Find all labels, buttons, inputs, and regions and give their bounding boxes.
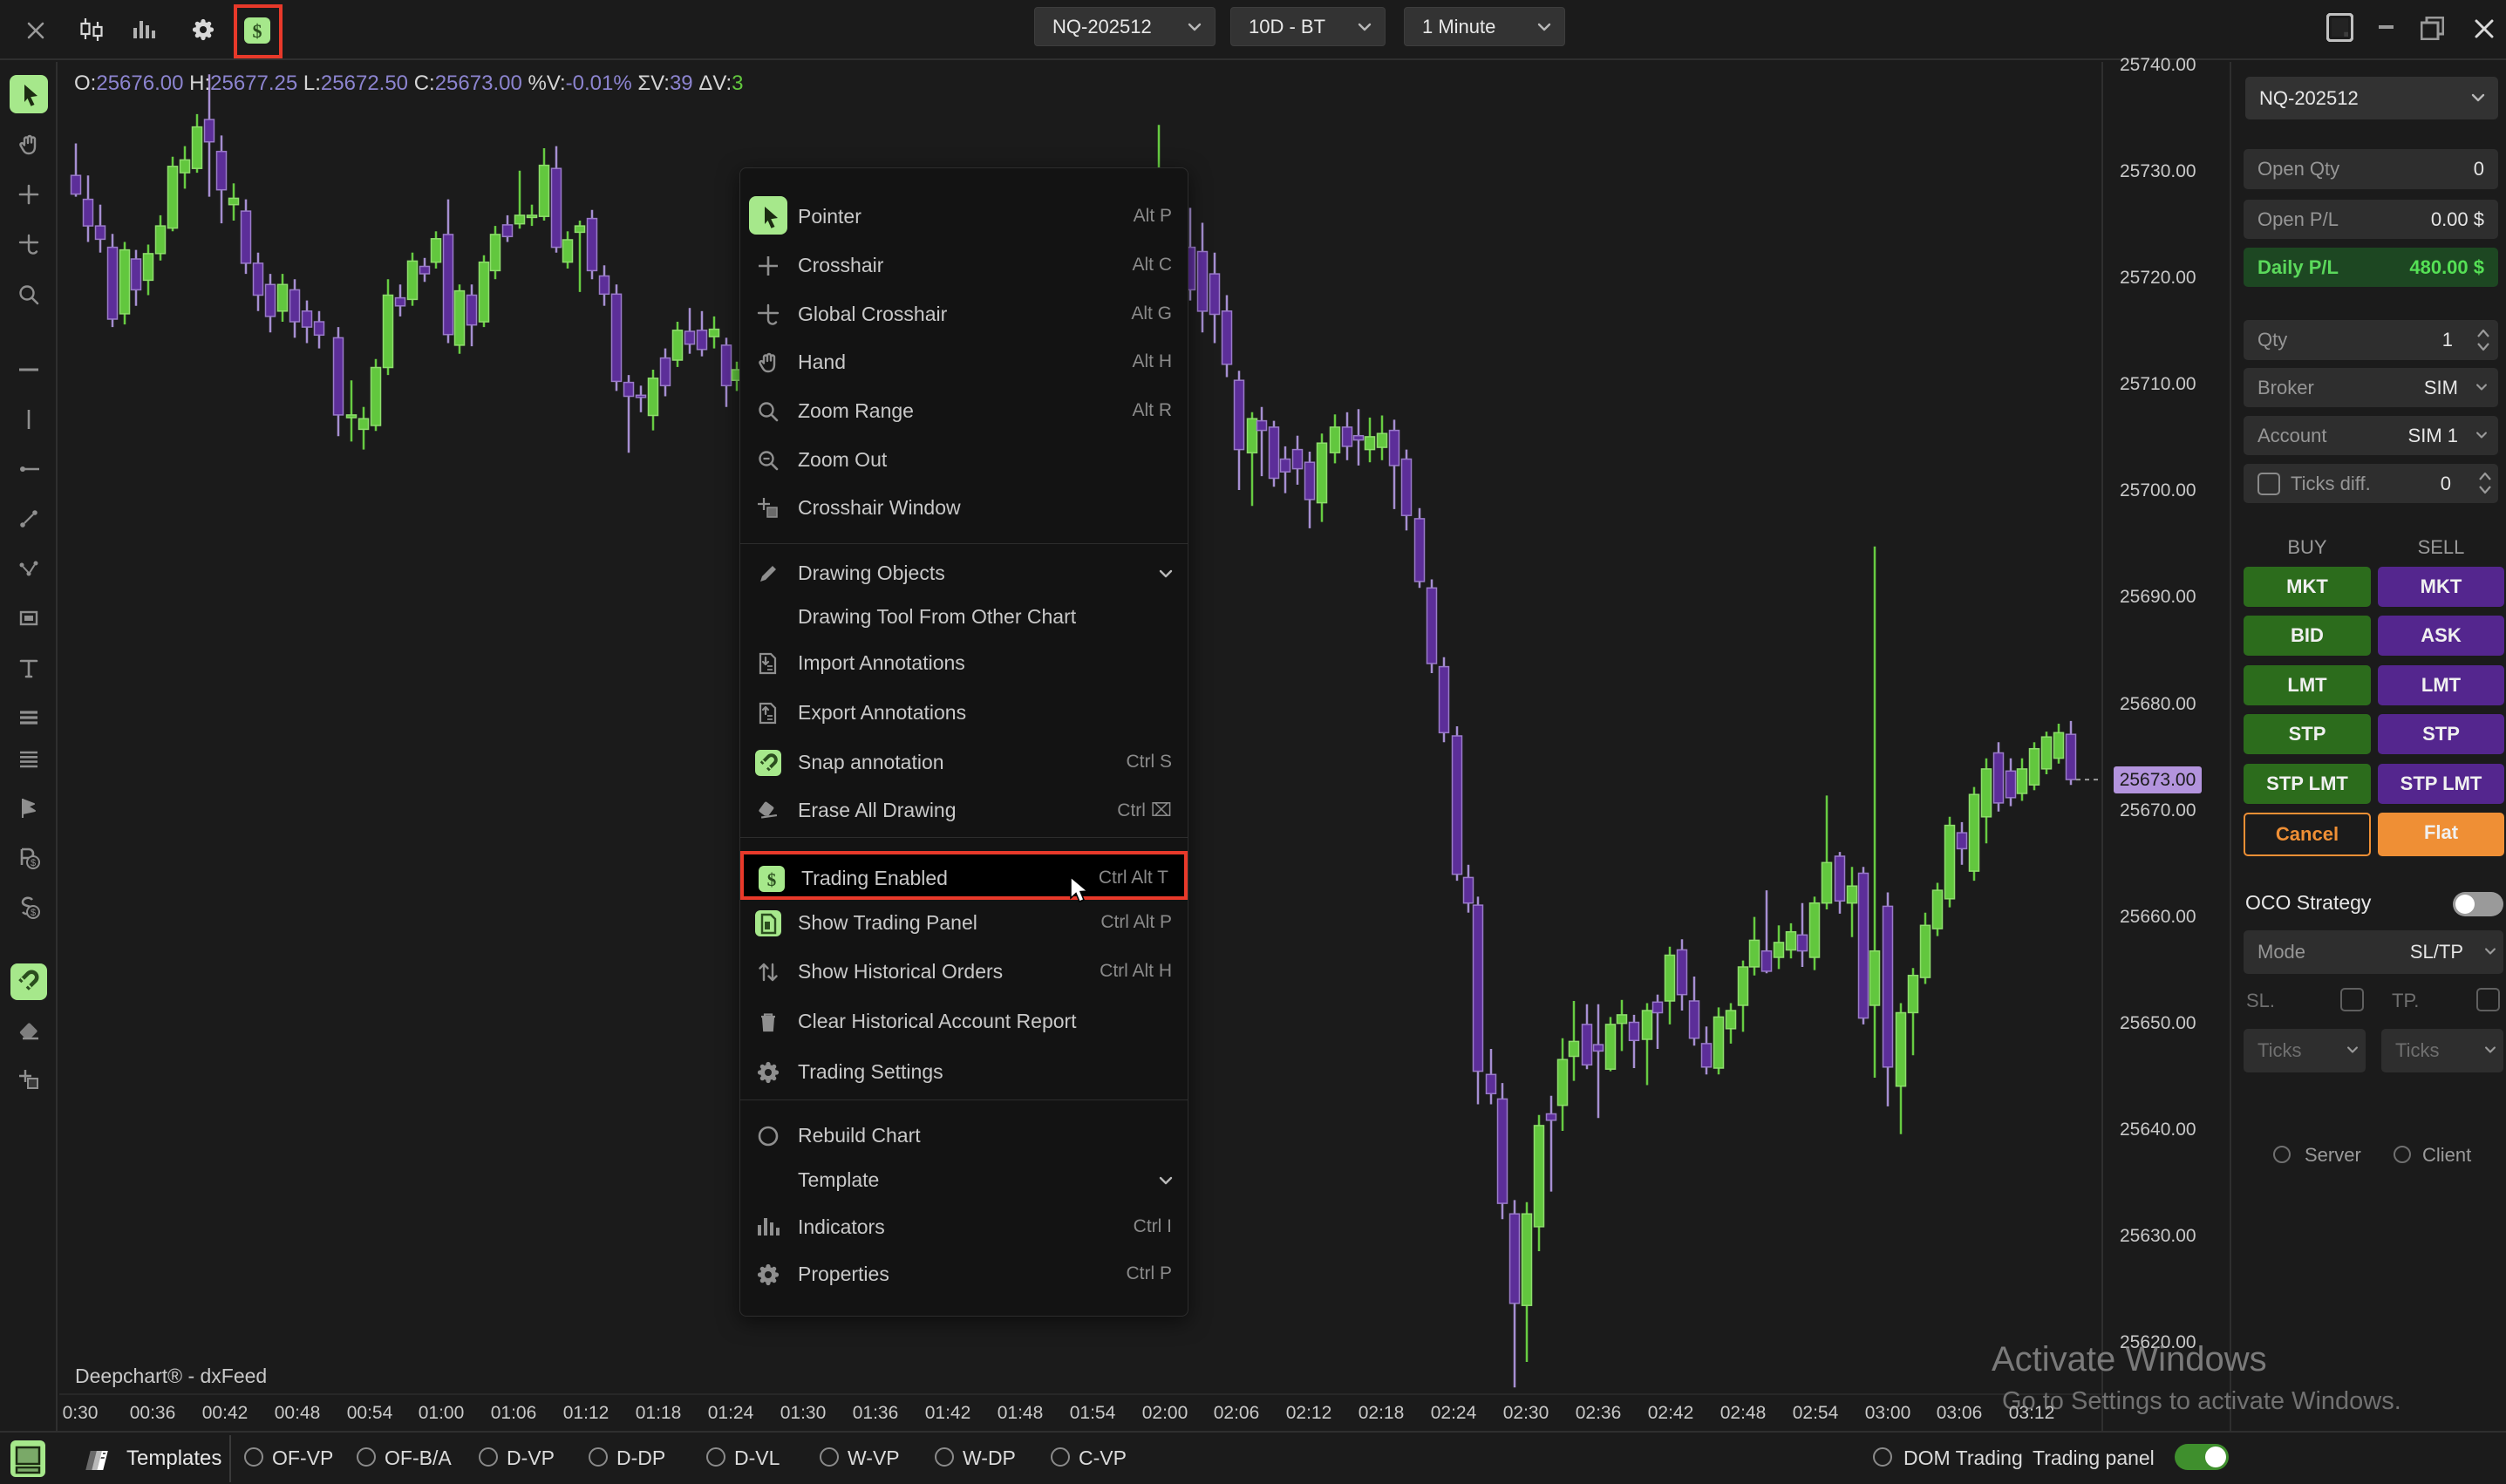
svg-text:$: $ — [31, 858, 36, 868]
svg-text:$: $ — [767, 869, 777, 890]
svg-text:$: $ — [31, 908, 36, 918]
